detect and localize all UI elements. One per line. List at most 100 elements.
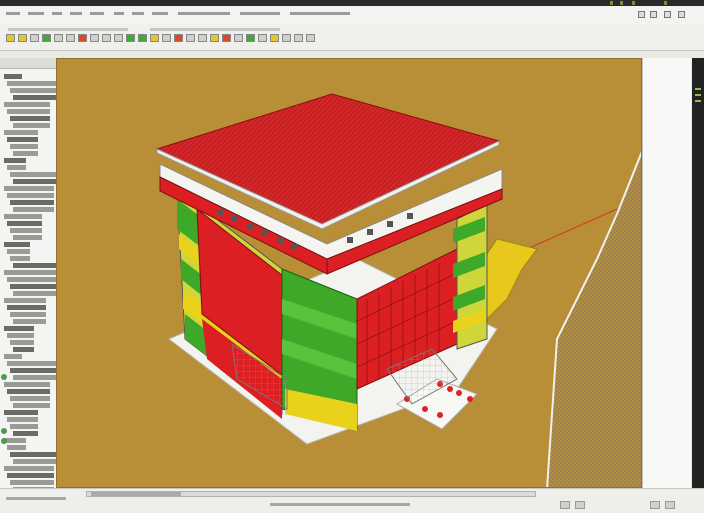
tree-node-icon[interactable] — [4, 382, 50, 387]
tree-node-icon[interactable] — [7, 445, 26, 450]
tree-node-icon[interactable] — [13, 151, 38, 156]
menu-item[interactable] — [178, 12, 230, 15]
toolbar-tool-icon[interactable] — [162, 34, 171, 42]
toolbar-tool-icon[interactable] — [42, 34, 51, 42]
menu-item[interactable] — [132, 12, 144, 15]
toolbar-tool-icon[interactable] — [6, 34, 15, 42]
tree-node-icon[interactable] — [4, 298, 46, 303]
toolbar-tool-icon[interactable] — [186, 34, 195, 42]
tree-node-icon[interactable] — [10, 312, 46, 317]
toolbar-tool-icon[interactable] — [222, 34, 231, 42]
toolbar-tool-icon[interactable] — [30, 34, 39, 42]
toolbar-tool-icon[interactable] — [246, 34, 255, 42]
menu-item[interactable] — [240, 12, 280, 15]
toolbar-tool-icon[interactable] — [90, 34, 99, 42]
toolbar-tool-icon[interactable] — [150, 34, 159, 42]
tree-node-icon[interactable] — [10, 88, 62, 93]
tree-node-icon[interactable] — [10, 284, 58, 289]
toolbar-tool-icon[interactable] — [114, 34, 123, 42]
toolbar-tool-icon[interactable] — [54, 34, 63, 42]
tree-node-icon[interactable] — [4, 270, 58, 275]
tree-node-icon[interactable] — [10, 480, 54, 485]
tree-node-icon[interactable] — [13, 235, 42, 240]
menu-item[interactable] — [6, 12, 20, 15]
tree-node-icon[interactable] — [10, 368, 62, 373]
tree-node-icon[interactable] — [7, 249, 30, 254]
toolbar-tool-icon[interactable] — [126, 34, 135, 42]
menu-item[interactable] — [28, 12, 44, 15]
tree-node-icon[interactable] — [10, 424, 38, 429]
tree-node-icon[interactable] — [4, 186, 54, 191]
tree-node-icon[interactable] — [13, 431, 38, 436]
minimize-icon[interactable] — [638, 11, 645, 18]
tree-node-icon[interactable] — [4, 410, 38, 415]
toolbar-tool-icon[interactable] — [138, 34, 147, 42]
toolbar-tool-icon[interactable] — [270, 34, 279, 42]
tree-node-icon[interactable] — [13, 375, 62, 380]
menu-item[interactable] — [152, 12, 168, 15]
toolbar-tool-icon[interactable] — [294, 34, 303, 42]
tree-node-icon[interactable] — [7, 473, 54, 478]
tree-node-icon[interactable] — [7, 221, 42, 226]
tree-node-icon[interactable] — [7, 165, 26, 170]
view-control-icon[interactable] — [650, 501, 660, 509]
toolbar-tool-icon[interactable] — [210, 34, 219, 42]
tree-node-icon[interactable] — [4, 74, 22, 79]
tree-node-icon[interactable] — [13, 319, 46, 324]
tree-node-icon[interactable] — [4, 130, 38, 135]
maximize-icon[interactable] — [664, 11, 671, 18]
tree-node-icon[interactable] — [10, 116, 50, 121]
tree-node-icon[interactable] — [4, 354, 22, 359]
tree-node-icon[interactable] — [4, 326, 34, 331]
view-control-icon[interactable] — [665, 501, 675, 509]
scroll-arrow-icon[interactable] — [560, 501, 570, 509]
menu-item[interactable] — [90, 12, 104, 15]
tree-node-icon[interactable] — [4, 102, 50, 107]
menu-item[interactable] — [70, 12, 82, 15]
tree-node-icon[interactable] — [7, 389, 50, 394]
menu-item[interactable] — [114, 12, 124, 15]
scroll-arrow-icon[interactable] — [575, 501, 585, 509]
restore-icon[interactable] — [650, 11, 657, 18]
tree-node-icon[interactable] — [4, 242, 30, 247]
tree-node-icon[interactable] — [10, 396, 50, 401]
tree-node-icon[interactable] — [13, 123, 50, 128]
tree-node-icon[interactable] — [4, 214, 42, 219]
toolbar-tool-icon[interactable] — [174, 34, 183, 42]
tree-node-icon[interactable] — [7, 193, 54, 198]
tree-node-icon[interactable] — [10, 256, 30, 261]
tree-node-icon[interactable] — [10, 228, 42, 233]
tree-node-icon[interactable] — [13, 347, 34, 352]
toolbar-tool-icon[interactable] — [66, 34, 75, 42]
tree-node-icon[interactable] — [10, 144, 38, 149]
tree-node-icon[interactable] — [7, 81, 62, 86]
scroll-thumb[interactable] — [91, 492, 181, 496]
tree-node-icon[interactable] — [4, 158, 26, 163]
toolbar-tool-icon[interactable] — [102, 34, 111, 42]
tree-node-icon[interactable] — [13, 291, 58, 296]
tree-node-icon[interactable] — [10, 200, 54, 205]
tree-node-icon[interactable] — [4, 466, 54, 471]
tree-node-icon[interactable] — [13, 207, 54, 212]
toolbar-tool-icon[interactable] — [234, 34, 243, 42]
tree-node-icon[interactable] — [13, 95, 62, 100]
tree-node-icon[interactable] — [7, 333, 34, 338]
toolbar-tool-icon[interactable] — [306, 34, 315, 42]
tree-node-icon[interactable] — [7, 277, 58, 282]
toolbar-tool-icon[interactable] — [198, 34, 207, 42]
toolbar-tool-icon[interactable] — [78, 34, 87, 42]
tree-node-icon[interactable] — [7, 361, 62, 366]
tree-node-icon[interactable] — [7, 109, 50, 114]
tree-node-icon[interactable] — [10, 340, 34, 345]
tree-node-icon[interactable] — [13, 403, 50, 408]
tree-node-icon[interactable] — [7, 417, 38, 422]
toolbar-tool-icon[interactable] — [258, 34, 267, 42]
toolbar-tool-icon[interactable] — [18, 34, 27, 42]
tree-node-icon[interactable] — [7, 137, 38, 142]
menu-item[interactable] — [290, 12, 350, 15]
horizontal-scrollbar[interactable] — [86, 491, 536, 497]
3d-viewport[interactable] — [56, 58, 642, 488]
tree-node-icon[interactable] — [4, 438, 26, 443]
toolbar-tool-icon[interactable] — [282, 34, 291, 42]
menu-item[interactable] — [52, 12, 62, 15]
